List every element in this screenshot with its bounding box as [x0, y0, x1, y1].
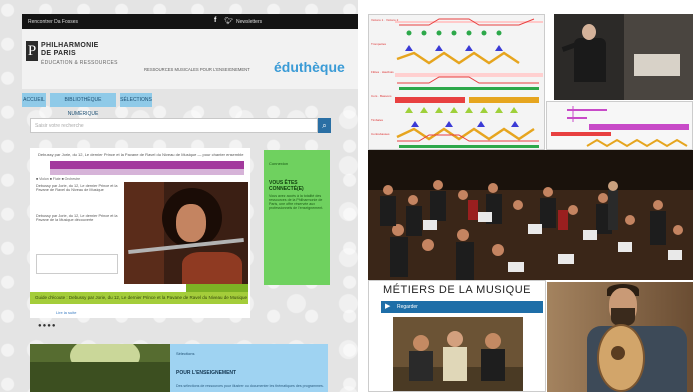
logo-line-2: DE PARIS — [41, 50, 76, 57]
website-screenshot: Rencontrer Da Fosses f 🐦︎ Newsletters P … — [0, 0, 358, 392]
connection-label: Connexion — [269, 161, 289, 166]
nav-selections[interactable]: SÉLECTIONS — [120, 93, 152, 107]
score-graphic-2 — [551, 106, 689, 148]
connection-heading: VOUS ÊTES CONNECTÉ(E) — [269, 180, 304, 192]
philharmonie-logo-mark[interactable]: P — [26, 41, 38, 61]
card-text-2: Debussy par Jorie, du 12, Le dernier Pri… — [36, 214, 118, 222]
listening-guide-bar[interactable]: Guide d'écoute : Debussy par Jorie, du 1… — [30, 292, 248, 304]
card-header: Debussy par Jorie, du 12, Le dernier Pri… — [38, 152, 244, 157]
video-bar[interactable]: ▶ Regarder — [381, 301, 543, 313]
conductor-suit — [574, 38, 606, 82]
read-more-link[interactable]: Lire la suite — [56, 310, 76, 315]
score-row-label: Trompettes — [371, 42, 387, 46]
newsletter-link[interactable]: Newsletters — [236, 19, 262, 25]
musicians-scene — [393, 317, 523, 391]
play-icon[interactable]: ▶ — [385, 302, 390, 310]
search-icon: ⌕ — [322, 121, 327, 130]
video-player[interactable] — [124, 182, 248, 284]
score-row-label: Flûtes · Hautbois — [371, 70, 394, 74]
edutheque-logo[interactable]: éduthèque — [274, 59, 345, 75]
score-visualisation: Violons 1 · Violons 2 Trompettes Flûtes … — [368, 14, 545, 150]
site-header: P PHILHARMONIE DE PARIS ÉDUCATION & RESS… — [22, 29, 358, 89]
metiers-panel: MÉTIERS DE LA MUSIQUE ▶ Regarder — [368, 280, 546, 392]
video-background — [124, 182, 164, 284]
listening-guide-text: Guide d'écoute : Debussy par Jorie, du 1… — [35, 295, 247, 300]
search-placeholder: Saisir votre recherche — [35, 123, 84, 129]
score-timeline[interactable] — [50, 161, 244, 169]
score-row-label: Contrebasses — [371, 132, 390, 136]
card-text-1: Debussy par Jorie, du 12, Le dernier Pri… — [36, 184, 118, 192]
nav-accueil[interactable]: ACCUEIL — [22, 93, 46, 107]
flutist-face — [176, 204, 206, 242]
selections-box[interactable]: Sélections POUR L'ENSEIGNEMENT Des sélec… — [170, 344, 328, 392]
score-row-label: Cors · Bassons — [371, 94, 392, 98]
search-input[interactable]: Saisir votre recherche — [30, 118, 318, 133]
logo-line-3: ÉDUCATION & RESSOURCES — [41, 60, 118, 66]
selections-label: Sélections — [176, 351, 195, 356]
instrument-soundhole — [611, 346, 625, 360]
score-visualisation-2 — [546, 101, 693, 150]
selections-text: Des sélections de ressources pour illust… — [176, 384, 324, 388]
nav-bibliotheque[interactable]: BIBLIOTHÈQUE NUMÉRIQUE — [50, 93, 116, 117]
flutist-dress — [182, 252, 242, 284]
luthier-photo — [547, 282, 693, 392]
site-tagline: RESSOURCES MUSICALES POUR L'ENSEIGNEMENT — [144, 67, 250, 72]
top-bar: Rencontrer Da Fosses f 🐦︎ Newsletters — [22, 14, 358, 29]
progress-bar-accent — [186, 284, 248, 292]
conductor-head — [582, 24, 596, 40]
search-button[interactable]: ⌕ — [318, 118, 331, 133]
logo-line-1: PHILHARMONIE — [41, 42, 99, 49]
card-note-box — [36, 254, 118, 274]
score-timeline-lower — [50, 169, 244, 175]
twitter-icon[interactable]: 🐦︎ — [224, 17, 233, 25]
musicians-video[interactable] — [393, 317, 523, 391]
timeline-legend: ■ Violon ■ Flute ■ Orchestre — [36, 177, 81, 181]
connection-text: Vous avez accès à la totalité des ressou… — [269, 194, 324, 210]
orchestra-photo — [368, 150, 693, 280]
selections-heading: POUR L'ENSEIGNEMENT — [176, 370, 237, 376]
forest-photo[interactable] — [30, 344, 170, 392]
metiers-title: MÉTIERS DE LA MUSIQUE — [382, 284, 532, 296]
photo-trees — [30, 362, 170, 392]
connection-box: Connexion VOUS ÊTES CONNECTÉ(E) Vous ave… — [264, 150, 330, 285]
score-row-label: Violons 1 · Violons 2 — [371, 18, 399, 22]
facebook-icon[interactable]: f — [214, 17, 216, 24]
conductor-photo — [554, 14, 693, 100]
orchestra-scene — [368, 150, 693, 280]
video-label: Regarder — [397, 304, 418, 310]
top-bar-link[interactable]: Rencontrer Da Fosses — [28, 19, 78, 25]
music-stand — [634, 54, 680, 76]
score-row-label: Timbales — [371, 118, 384, 122]
carousel-dots[interactable]: ●●●● — [38, 323, 57, 329]
